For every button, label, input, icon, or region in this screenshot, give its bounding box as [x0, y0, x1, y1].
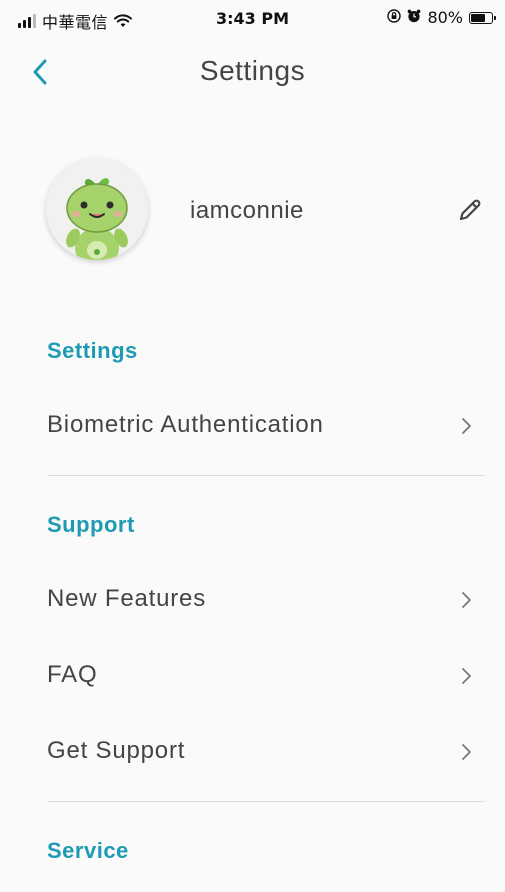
row-label: Get Support	[47, 737, 186, 764]
green-mascot-avatar	[66, 178, 128, 260]
row-faq[interactable]: FAQ	[0, 644, 505, 708]
row-get-support[interactable]: Get Support	[0, 720, 505, 784]
nav-bar: Settings	[0, 40, 505, 102]
divider	[47, 801, 485, 802]
edit-profile-button[interactable]	[454, 194, 486, 226]
row-label: New Features	[47, 585, 206, 612]
status-bar: 中華電信 3:43 PM 80%	[0, 0, 505, 40]
battery-icon	[469, 11, 496, 24]
orientation-lock-icon	[387, 8, 402, 27]
row-new-features[interactable]: New Features	[0, 568, 505, 632]
page-title: Settings	[199, 55, 306, 86]
avatar[interactable]	[46, 158, 148, 260]
username: iamconnie	[190, 197, 304, 224]
chevron-right-icon	[462, 592, 471, 608]
settings-screen: 中華電信 3:43 PM 80% Settings iamconnie Sett…	[0, 0, 505, 892]
battery-percent: 80%	[427, 8, 463, 27]
profile-header: iamconnie	[0, 150, 505, 270]
row-biometric-authentication[interactable]: Biometric Authentication	[0, 394, 505, 458]
status-bar-right: 80%	[387, 8, 496, 27]
row-label: FAQ	[47, 661, 98, 688]
pencil-icon	[459, 199, 481, 221]
divider	[47, 475, 485, 476]
section-title-support: Support	[47, 512, 135, 537]
section-title-service: Service	[47, 838, 129, 863]
chevron-right-icon	[462, 668, 471, 684]
section-title-settings: Settings	[47, 338, 138, 363]
chevron-right-icon	[462, 744, 471, 760]
row-label: Biometric Authentication	[47, 411, 324, 438]
chevron-right-icon	[462, 418, 471, 434]
alarm-icon	[407, 8, 421, 27]
